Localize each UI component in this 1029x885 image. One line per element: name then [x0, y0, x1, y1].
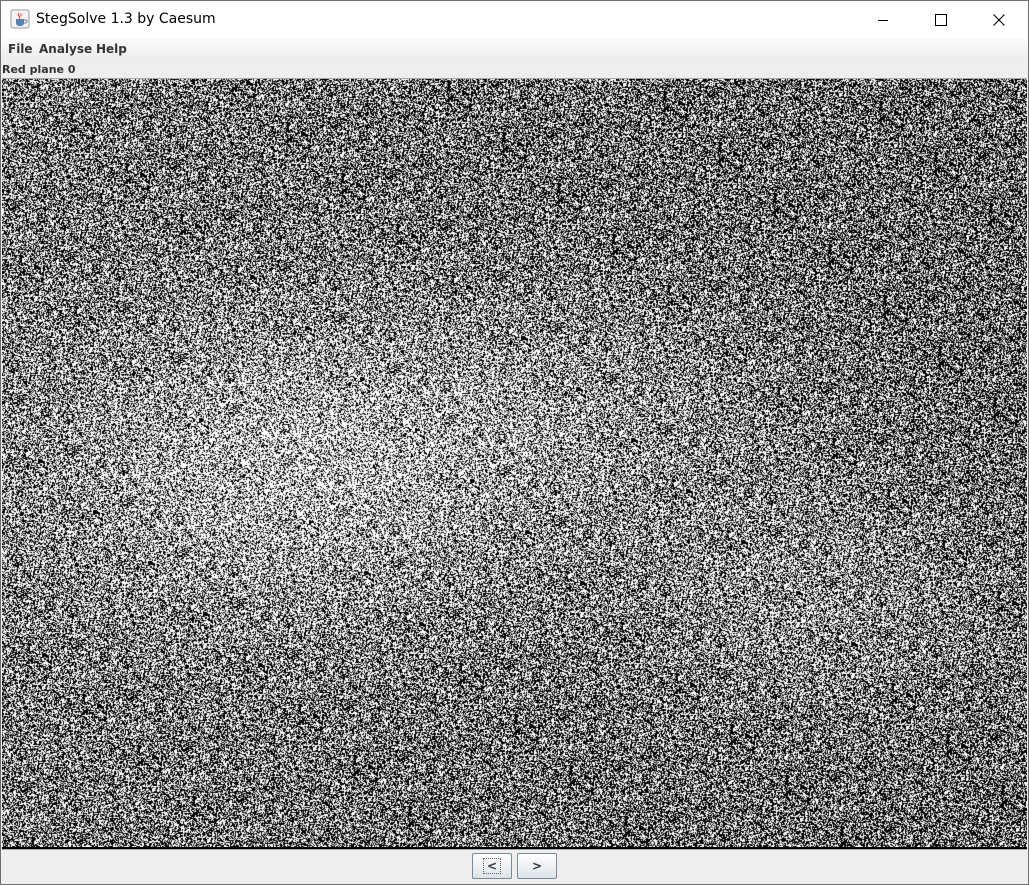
stegsolve-window: StegSolve 1.3 by Caesum File Analyse Hel… [0, 0, 1029, 885]
menu-analyse[interactable]: Analyse [39, 42, 92, 56]
navigation-bar: < > [1, 850, 1028, 884]
next-plane-button[interactable]: > [517, 853, 557, 879]
close-button[interactable] [970, 1, 1028, 39]
maximize-button[interactable] [912, 1, 970, 39]
menu-bar: File Analyse Help [1, 39, 1028, 60]
plane-label: Red plane 0 [2, 63, 76, 76]
minimize-icon [878, 20, 888, 21]
java-coffee-cup-icon [10, 9, 30, 29]
minimize-button[interactable] [854, 1, 912, 39]
previous-plane-label: < [482, 858, 502, 874]
title-bar[interactable]: StegSolve 1.3 by Caesum [1, 1, 1028, 39]
maximize-icon [935, 14, 947, 26]
window-title: StegSolve 1.3 by Caesum [36, 11, 216, 27]
menu-help[interactable]: Help [96, 42, 127, 56]
image-view [2, 78, 1027, 850]
menu-file[interactable]: File [8, 42, 33, 56]
next-plane-label: > [531, 859, 543, 873]
previous-plane-button[interactable]: < [472, 853, 512, 879]
bit-plane-image [2, 79, 1027, 847]
close-icon [993, 14, 1005, 26]
